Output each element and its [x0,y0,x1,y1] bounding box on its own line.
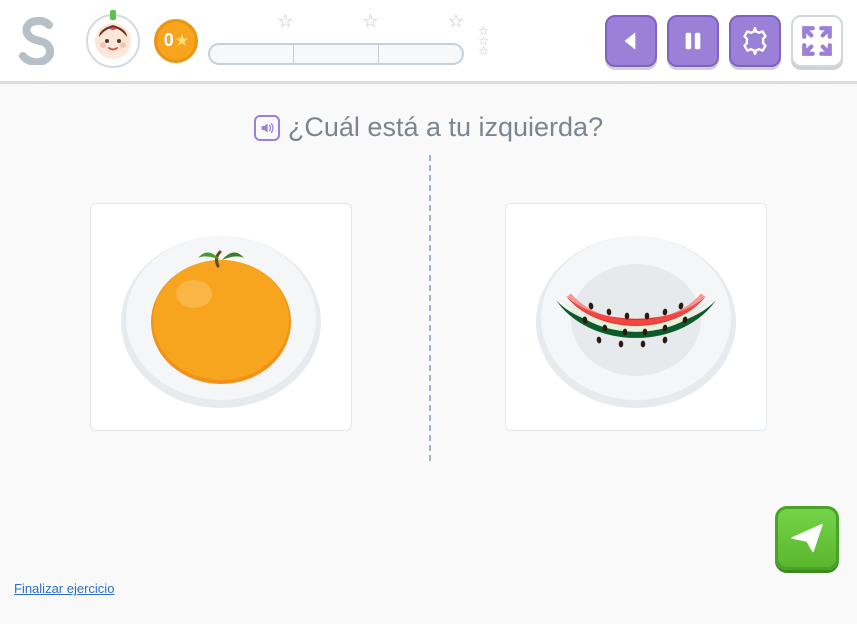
star-outline-icon: ☆ [277,11,293,31]
progress-bar: ☆ ☆ ☆ [208,17,464,65]
app-logo [14,12,64,70]
fullscreen-button[interactable] [791,15,843,67]
divider [429,155,431,461]
submit-button[interactable] [775,506,839,570]
question-row: ¿Cuál está a tu izquierda? [14,112,843,143]
star-outline-icon: ☆ [448,11,464,31]
finish-link[interactable]: Finalizar ejercicio [14,581,114,596]
top-bar: 0 ★ ☆ ☆ ☆ ☆☆☆ [0,0,857,84]
exercise-card: ¿Cuál está a tu izquierda? [4,84,853,602]
choice-left[interactable] [90,203,352,431]
star-outline-icon: ☆ [363,11,379,31]
star-icon: ★ [176,32,189,49]
main-area: ¿Cuál está a tu izquierda? [0,84,857,602]
final-stars-icon: ☆☆☆ [478,26,500,56]
choices-area [14,203,843,431]
play-audio-button[interactable] [254,115,280,141]
choice-right[interactable] [505,203,767,431]
score-badge: 0 ★ [154,19,198,63]
score-value: 0 [164,30,174,51]
avatar [86,14,140,68]
pause-button[interactable] [667,15,719,67]
question-text: ¿Cuál está a tu izquierda? [288,112,603,143]
back-button[interactable] [605,15,657,67]
settings-button[interactable] [729,15,781,67]
